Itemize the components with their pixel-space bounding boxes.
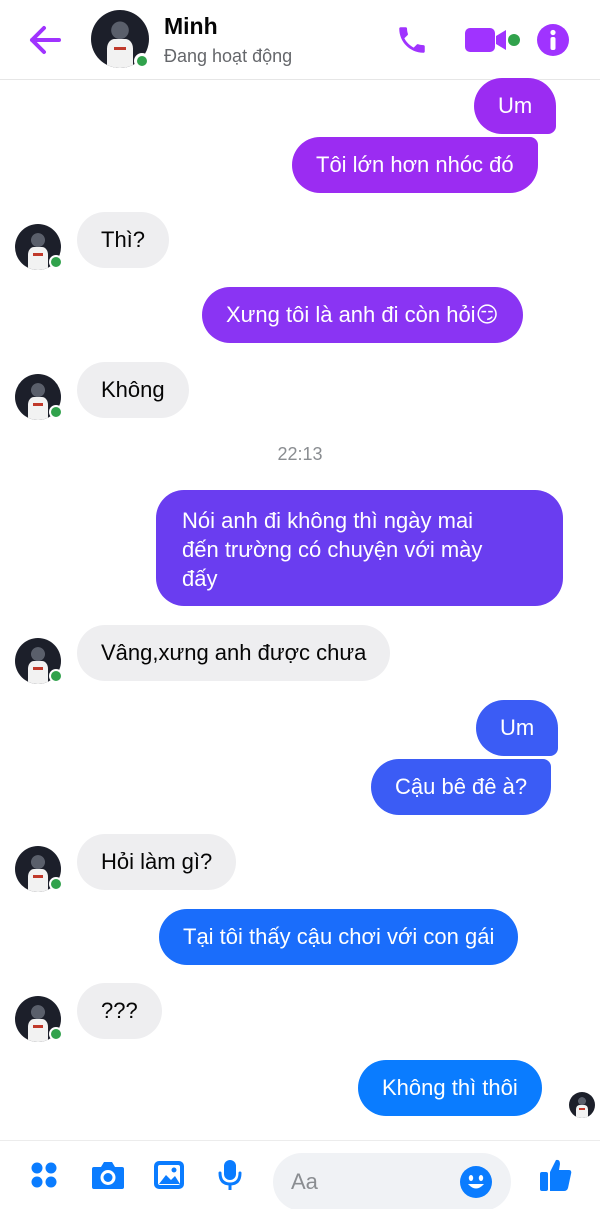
online-indicator: [49, 1027, 63, 1041]
sender-avatar[interactable]: [15, 996, 63, 1042]
message-outgoing[interactable]: Không thì thôi: [358, 1060, 542, 1116]
emoji-icon: [460, 1166, 492, 1198]
message-input-container: [273, 1153, 511, 1209]
gallery-icon: [154, 1161, 184, 1189]
microphone-icon: [218, 1160, 242, 1190]
message-input[interactable]: [291, 1167, 451, 1197]
gallery-button[interactable]: [150, 1153, 188, 1197]
chat-header: Minh Đang hoạt động: [0, 0, 600, 80]
like-button[interactable]: [537, 1153, 575, 1197]
message-incoming[interactable]: Thì?: [77, 212, 170, 268]
message-line: đến trường có chuyện với mày: [182, 537, 483, 562]
back-button[interactable]: [24, 20, 66, 60]
message-text: Xưng tôi là anh đi còn hỏi: [226, 302, 476, 327]
message-line: đấy: [182, 566, 218, 591]
more-actions-button[interactable]: [24, 1153, 64, 1197]
message-incoming[interactable]: Không: [77, 362, 189, 418]
sender-avatar[interactable]: [15, 846, 63, 892]
message-line: Nói anh đi không thì ngày mai: [182, 508, 474, 533]
sender-avatar[interactable]: [15, 374, 63, 420]
voice-call-button[interactable]: [393, 20, 431, 60]
contact-avatar[interactable]: [91, 10, 150, 69]
message-outgoing[interactable]: Cậu bê đê à?: [371, 759, 552, 815]
message-incoming[interactable]: Vâng,xưng anh được chưa: [77, 625, 391, 681]
online-indicator: [49, 877, 63, 891]
video-camera-icon: [465, 28, 520, 52]
message-outgoing[interactable]: Nói anh đi không thì ngày mai đến trường…: [156, 490, 563, 606]
message-outgoing[interactable]: Um: [474, 78, 557, 134]
back-arrow-icon: [30, 26, 61, 54]
sender-avatar[interactable]: [15, 224, 63, 270]
info-icon: [537, 24, 569, 56]
message-outgoing[interactable]: Tôi lớn hơn nhóc đó: [292, 137, 538, 193]
emoji-button[interactable]: [458, 1164, 494, 1200]
sender-avatar[interactable]: [15, 638, 63, 684]
message-outgoing[interactable]: Um: [476, 700, 559, 756]
online-indicator: [49, 669, 63, 683]
online-indicator: [49, 405, 63, 419]
contact-name[interactable]: Minh: [164, 13, 218, 40]
message-outgoing[interactable]: Tại tôi thấy cậu chơi với con gái: [159, 909, 519, 965]
apps-menu-icon: [31, 1162, 57, 1188]
voice-message-button[interactable]: [212, 1153, 248, 1197]
video-call-button[interactable]: [462, 20, 522, 60]
contact-status: Đang hoạt động: [164, 46, 293, 66]
message-incoming[interactable]: ???: [77, 983, 162, 1039]
seen-indicator-avatar: [569, 1092, 595, 1118]
info-button[interactable]: [535, 20, 571, 60]
thumbs-up-icon: [540, 1159, 572, 1191]
camera-icon: [92, 1162, 124, 1189]
message-composer: [0, 1140, 600, 1209]
smirk-emoji-icon: 😏: [475, 302, 499, 327]
online-indicator: [134, 53, 150, 69]
online-indicator: [49, 255, 63, 269]
message-timestamp: 22:13: [277, 444, 323, 464]
message-incoming[interactable]: Hỏi làm gì?: [77, 834, 237, 890]
chat-screen: Minh Đang hoạt động Um Tôi lớn hơn nhóc …: [0, 0, 600, 1209]
phone-icon: [399, 27, 425, 53]
message-outgoing[interactable]: Xưng tôi là anh đi còn hỏi😏: [202, 287, 523, 343]
camera-button[interactable]: [88, 1153, 128, 1197]
